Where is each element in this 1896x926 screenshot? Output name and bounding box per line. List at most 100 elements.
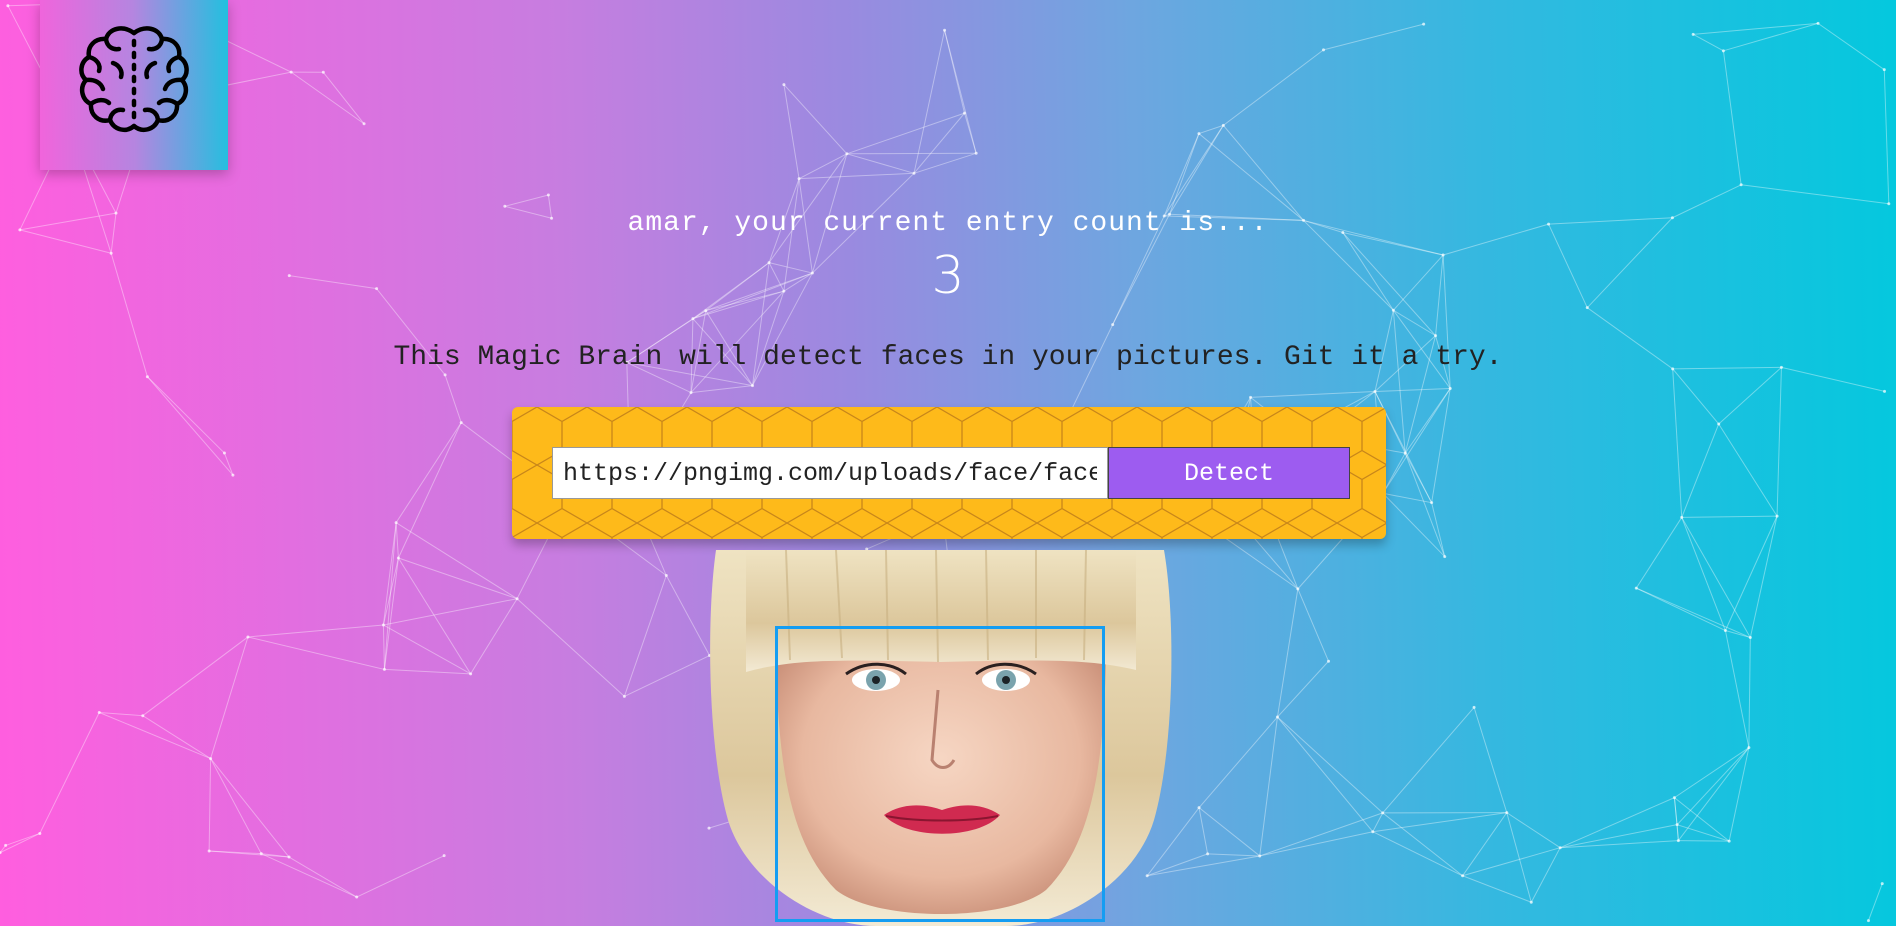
particle-node [362,122,366,126]
particle-link [208,758,212,852]
particle-node [1111,323,1115,327]
particle-node [1448,387,1452,391]
particle-link [1677,747,1750,841]
particle-link [99,712,211,760]
particle-link [142,636,249,717]
particle-link [1372,812,1507,833]
instructions-text: This Magic Brain will detect faces in yo… [393,342,1503,373]
particle-node [1443,555,1447,559]
particle-node [1882,68,1886,72]
particle-link [1462,875,1532,903]
particle-link [1718,423,1778,517]
particle-node [1422,22,1426,26]
particle-node [1197,132,1201,136]
particle-node [1249,395,1253,399]
particle-link [470,598,518,675]
particle-link [1749,516,1778,638]
particle-node [1258,854,1262,858]
particle-node [912,171,916,175]
particle-node [664,574,668,578]
particle-link [1718,366,1782,425]
particle-link [147,376,225,454]
particle-link [1681,423,1720,518]
particle-node [1296,587,1300,591]
particle-link [1635,517,1683,589]
particle-node [1275,715,1279,719]
entry-count-message: amar, your current entry count is... [627,208,1269,239]
particle-node [691,317,695,321]
face-bounding-box [775,626,1105,922]
particle-link [1728,747,1750,842]
detect-button[interactable]: Detect [1108,447,1350,499]
particle-link [1393,309,1436,337]
particle-node [1321,48,1325,52]
particle-link [223,452,234,476]
particle-node [546,193,550,197]
particle-node [622,694,626,698]
particle-node [1747,746,1751,750]
particle-link [913,30,946,174]
particle-node [287,855,291,859]
particle-node [1461,874,1465,878]
particle-link [1323,23,1424,51]
particle-link [210,758,290,858]
particle-link [1259,831,1373,857]
particle-link [142,715,211,759]
particle-link [1636,587,1726,631]
particle-link [1277,716,1374,833]
particle-link [1473,707,1508,813]
particle-link [383,624,471,675]
particle-node [321,70,325,74]
particle-node [443,373,447,377]
particle-link [5,832,40,846]
particle-link [799,172,915,180]
particle-node [1691,32,1695,36]
particle-link [1559,797,1675,849]
particle-link [382,522,397,626]
particle-node [1206,852,1210,856]
particle-node [689,391,693,395]
particle-node [381,623,385,627]
particle-link [1431,388,1451,503]
entry-count-value: 3 [931,246,965,306]
particle-node [1680,515,1684,519]
particle-link [846,152,977,155]
particle-node [1558,846,1562,850]
particle-link [1681,517,1751,638]
particle-link [665,575,710,656]
particle-link [1462,812,1508,877]
particle-link [210,758,262,854]
particle-link [1382,812,1463,877]
particle-node [1327,659,1331,663]
image-url-input[interactable] [552,447,1108,499]
particle-node [1472,705,1476,709]
logo-card[interactable] [40,0,228,170]
particle-link [690,385,753,394]
particle-node [1816,21,1820,25]
particle-node [97,710,101,714]
particle-link [1676,824,1730,842]
particle-link [1681,517,1726,631]
particle-node [943,28,947,32]
particle-link [1724,515,1778,631]
image-url-form: Detect [512,407,1386,539]
particle-node [259,852,263,856]
particle-link [1382,707,1475,814]
particle-node [1529,900,1533,904]
particle-node [222,451,226,455]
particle-link [1220,534,1299,590]
particle-node [396,556,400,560]
particle-node [1676,839,1680,843]
particle-link [384,668,471,675]
particle-node [1883,389,1887,393]
particle-node [1727,839,1731,843]
particle-link [1259,812,1383,857]
particle-node [1381,811,1385,815]
particle-link [397,422,462,559]
particle-link [1776,367,1782,517]
particle-node [963,111,967,115]
particle-node [4,843,8,847]
particle-node [1880,882,1884,886]
particle-link [383,598,518,626]
particle-link [1382,492,1446,557]
